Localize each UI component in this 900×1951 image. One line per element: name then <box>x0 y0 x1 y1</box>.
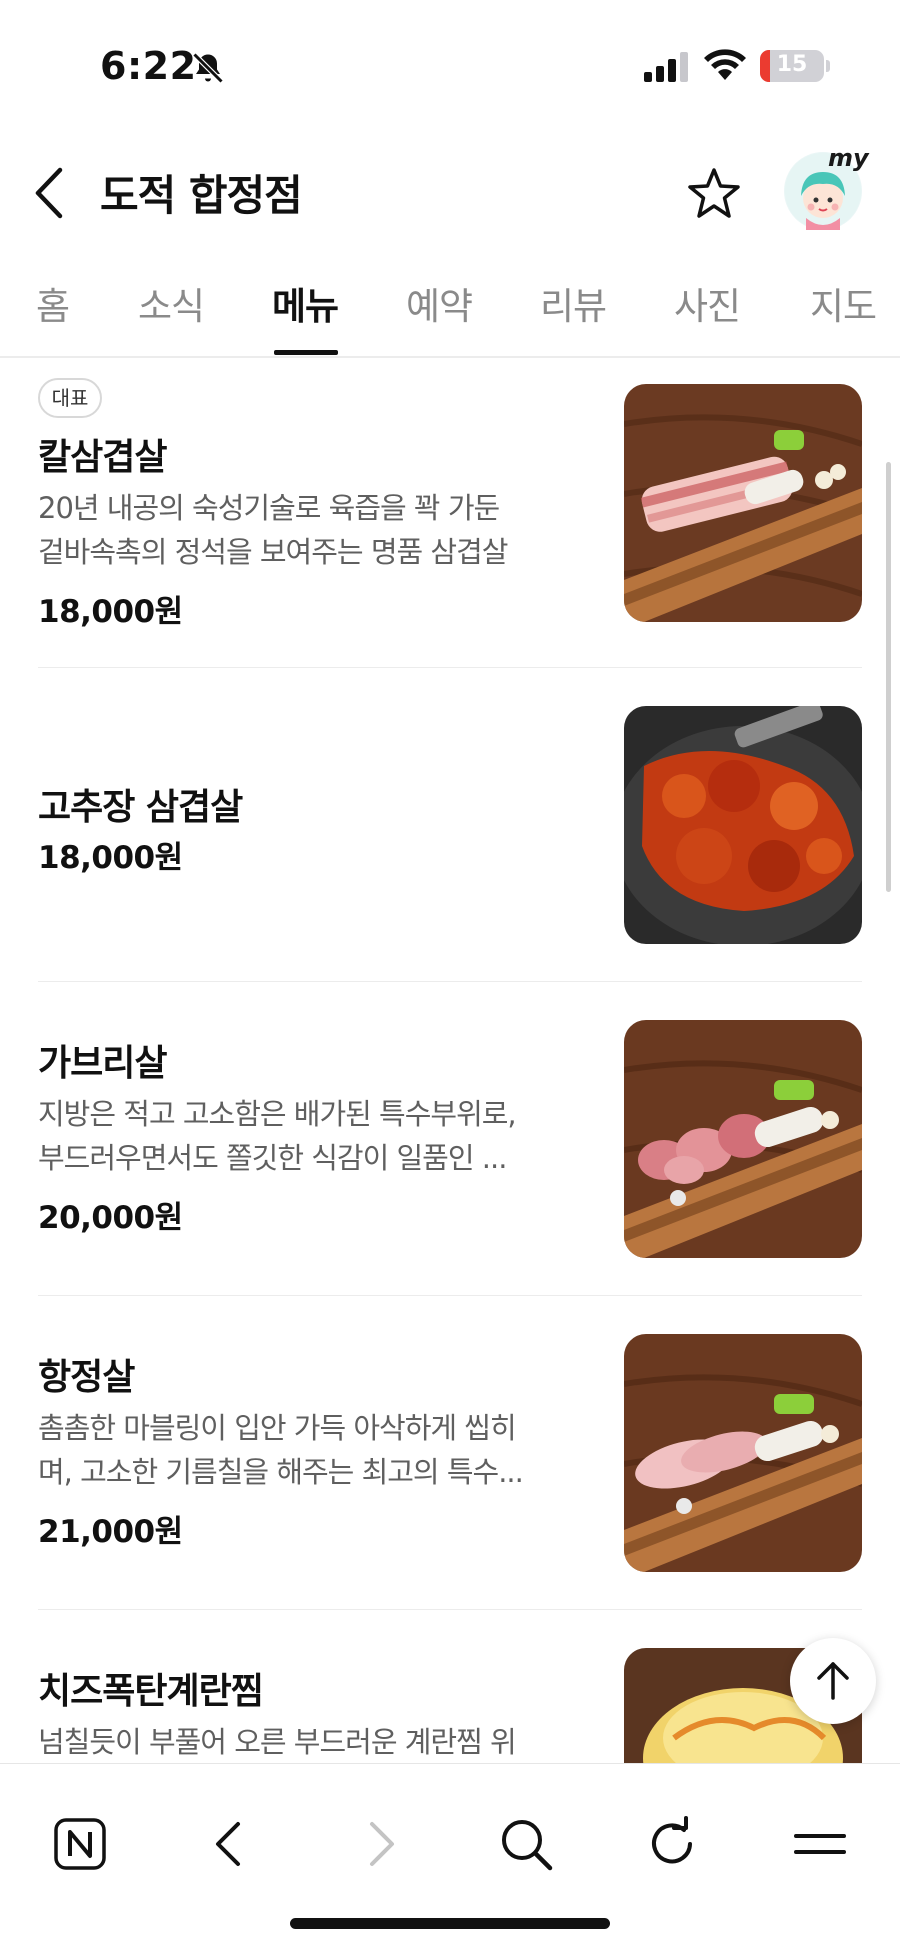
status-bar: 6:22 15 <box>0 0 900 130</box>
page-header: 도적 합정점 my <box>0 140 900 240</box>
hangjeongsal-photo-image <box>624 1334 862 1572</box>
tab-menu[interactable]: 메뉴 <box>272 276 339 330</box>
menu-item[interactable]: 치즈폭탄계란찜 넘칠듯이 부풀어 오른 부드러운 계란찜 위 <box>38 1610 862 1763</box>
menu-item-description: 넘칠듯이 부풀어 오른 부드러운 계란찜 위 <box>38 1720 578 1763</box>
home-indicator <box>290 1918 610 1929</box>
search-icon[interactable] <box>496 1814 556 1874</box>
status-time: 6:22 <box>100 44 197 88</box>
menu-item-photo[interactable] <box>624 1020 862 1258</box>
menu-item-price: 18,000원 <box>38 840 183 876</box>
description-line: 지방은 적고 고소함은 배가된 특수부위로, <box>38 1097 517 1131</box>
description-line: 촘촘한 마블링이 입안 가득 아삭하게 씹히 <box>38 1411 517 1445</box>
menu-item-description: 촘촘한 마블링이 입안 가득 아삭하게 씹히 며, 고소한 기름칠을 해주는 최… <box>38 1406 578 1494</box>
tab-reviews[interactable]: 리뷰 <box>540 276 607 330</box>
menu-hamburger-icon[interactable] <box>790 1814 850 1874</box>
menu-item-name: 가브리살 <box>38 1043 167 1084</box>
menu-item-photo[interactable] <box>624 384 862 622</box>
menu-item-name: 칼삼겹살 <box>38 437 167 478</box>
tab-home[interactable]: 홈 <box>36 276 70 330</box>
menu-list: 대표 칼삼겹살 20년 내공의 숙성기술로 육즙을 꽉 가둔 겉바속촉의 정석을… <box>0 360 900 1763</box>
tab-bar: 홈 소식 메뉴 예약 리뷰 사진 지도 <box>0 262 900 358</box>
page-title: 도적 합정점 <box>100 171 303 220</box>
menu-item[interactable]: 대표 칼삼겹살 20년 내공의 숙성기술로 육즙을 꽉 가둔 겉바속촉의 정석을… <box>38 360 862 668</box>
battery-cap <box>826 60 830 72</box>
tab-map[interactable]: 지도 <box>810 276 877 330</box>
gabrisal-photo-image <box>624 1020 862 1258</box>
description-line: 부드러우면서도 쫄깃한 식감이 일품인 ... <box>38 1141 507 1175</box>
spicy-pork-photo-image <box>624 706 862 944</box>
browser-back-icon[interactable] <box>200 1814 260 1874</box>
description-line: 겉바속촉의 정석을 보여주는 명품 삼겹살 <box>38 535 508 569</box>
menu-item-name: 치즈폭탄계란찜 <box>38 1671 264 1712</box>
cellular-signal-icon <box>644 52 688 82</box>
refresh-icon[interactable] <box>642 1814 702 1874</box>
favorite-star-icon[interactable] <box>686 166 742 222</box>
back-chevron-icon[interactable] <box>26 164 76 222</box>
browser-forward-icon <box>370 1822 394 1866</box>
battery-icon: 15 <box>760 50 824 82</box>
description-line: 며, 고소한 기름칠을 해주는 최고의 특수... <box>38 1455 524 1489</box>
menu-item[interactable]: 가브리살 지방은 적고 고소함은 배가된 특수부위로, 부드러우면서도 쫄깃한 … <box>38 982 862 1296</box>
menu-item-name: 항정살 <box>38 1357 135 1398</box>
signature-badge: 대표 <box>38 378 102 418</box>
tab-reservation[interactable]: 예약 <box>406 276 473 330</box>
tab-news[interactable]: 소식 <box>138 276 205 330</box>
wifi-icon <box>704 49 746 80</box>
menu-item-description: 지방은 적고 고소함은 배가된 특수부위로, 부드러우면서도 쫄깃한 식감이 일… <box>38 1092 578 1180</box>
tab-photos[interactable]: 사진 <box>674 276 741 330</box>
my-profile-avatar[interactable]: my <box>784 144 869 230</box>
bell-slash-icon <box>192 52 224 84</box>
description-line: 넘칠듯이 부풀어 오른 부드러운 계란찜 위 <box>38 1725 517 1759</box>
scrollbar[interactable] <box>886 462 891 892</box>
menu-item-description: 20년 내공의 숙성기술로 육즙을 꽉 가둔 겉바속촉의 정석을 보여주는 명품… <box>38 486 578 574</box>
menu-item-price: 21,000원 <box>38 1514 183 1550</box>
menu-item-photo[interactable] <box>624 706 862 944</box>
menu-item-photo[interactable] <box>624 1334 862 1572</box>
menu-item[interactable]: 고추장 삼겹살 18,000원 <box>38 668 862 982</box>
menu-item-name: 고추장 삼겹살 <box>38 787 243 828</box>
scroll-to-top-button[interactable] <box>790 1638 876 1724</box>
description-line: 20년 내공의 숙성기술로 육즙을 꽉 가둔 <box>38 491 500 525</box>
avatar-my-badge: my <box>828 144 869 172</box>
menu-item-price: 18,000원 <box>38 594 183 630</box>
menu-item-price: 20,000원 <box>38 1200 183 1236</box>
naver-home-icon[interactable] <box>50 1814 110 1874</box>
arrow-up-icon <box>817 1662 849 1700</box>
menu-item[interactable]: 항정살 촘촘한 마블링이 입안 가득 아삭하게 씹히 며, 고소한 기름칠을 해… <box>38 1296 862 1610</box>
pork-belly-photo-image <box>624 384 862 622</box>
active-tab-indicator <box>274 350 338 355</box>
battery-level: 15 <box>776 52 808 77</box>
